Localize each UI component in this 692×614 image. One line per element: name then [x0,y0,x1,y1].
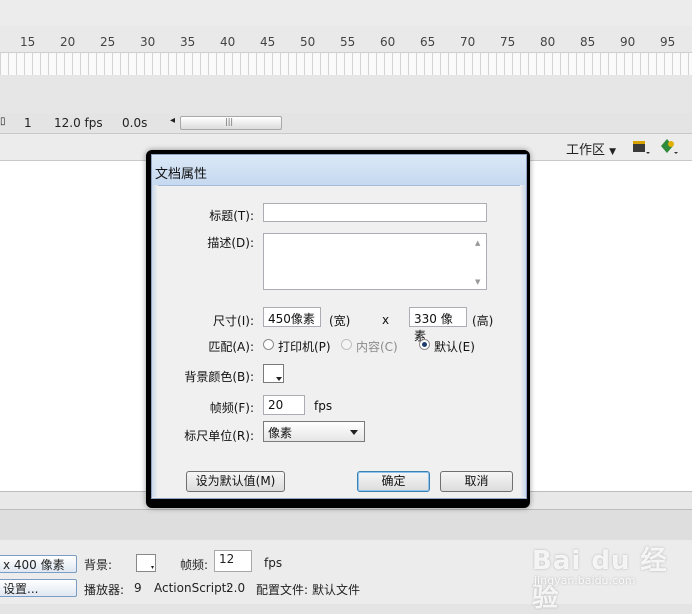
frame-rate-unit: fps [264,556,283,570]
player-label: 播放器: [84,583,125,597]
document-properties-dialog: 文档属性 标题(T): 描述(D): ▲ ▼ 尺寸(I): 450像素 (宽) … [151,154,527,499]
dimensions-label: 尺寸(I): [213,314,254,328]
timeline-header [0,0,692,27]
dialog-title-bar[interactable]: 文档属性 [152,155,526,186]
frame-rate-label: 帧频(F): [209,401,254,415]
document-size-button[interactable]: x 400 像素 [0,555,77,573]
timeline-scrollbar[interactable]: ||| [180,116,282,130]
ruler-number: 65 [420,35,436,49]
scroll-up-icon[interactable]: ▲ [475,239,480,247]
ruler-number: 70 [460,35,476,49]
ruler-number: 45 [260,35,276,49]
frame-rate-input[interactable]: 20 [263,395,305,415]
actionscript-value: 2.0 [226,581,246,595]
match-default-radio[interactable] [419,339,430,350]
dialog-title: 文档属性 [155,167,208,182]
publish-settings-button[interactable]: 设置... [0,579,77,597]
scroll-down-icon[interactable]: ▼ [475,278,480,286]
current-frame: 1 [24,116,32,130]
ruler-number: 85 [580,35,596,49]
ruler-number: 90 [620,35,636,49]
doc-title-input[interactable] [263,203,487,222]
match-default-label: 默认(E) [434,340,475,354]
match-label: 匹配(A): [208,340,254,354]
scroll-left-icon[interactable]: ◂ [170,115,175,126]
width-input[interactable]: 450像素 [263,307,321,327]
onion-skin-icon[interactable]: ▯ [0,116,6,127]
width-unit: (宽) [329,314,351,328]
ruler-number: 35 [180,35,196,49]
background-color-picker[interactable] [263,364,284,383]
frame-rate-input[interactable]: 12 [214,550,252,572]
profile-label: 配置文件: [256,583,309,597]
frame-rate-unit: fps [314,399,333,413]
match-content-radio [341,339,352,350]
frame-rate-readout: 12.0 fps [54,116,103,130]
ruler-number: 40 [220,35,236,49]
times-sign: x [382,313,390,327]
timeline-ruler[interactable]: 15 20 25 30 35 40 45 50 55 60 65 70 75 80 85 90 95 [0,26,692,52]
ruler-units-select[interactable]: 像素 [263,421,365,442]
scroll-grip-icon: ||| [225,117,234,126]
watermark: Bai du 经验 jingyan.baidu.com [532,540,692,613]
chevron-down-icon [350,430,358,435]
workspace-menu[interactable]: 工作区 ▼ [566,139,616,158]
ruler-number: 55 [340,35,356,49]
stage-canvas-right[interactable] [530,161,692,491]
watermark-url: jingyan.baidu.com [534,574,636,587]
ruler-number: 75 [500,35,516,49]
chevron-down-icon: ▾ [150,564,154,571]
frame-rate-label: 帧频: [180,558,209,572]
match-content-label: 内容(C) [356,340,398,354]
height-unit: (高) [472,314,494,328]
ruler-number: 95 [660,35,676,49]
dialog-right-border [520,185,526,497]
timeline-layer-area [0,75,692,113]
background-label: 背景: [84,558,113,572]
stage-canvas[interactable] [0,161,150,491]
ruler-number: 50 [300,35,316,49]
ruler-number: 20 [60,35,76,49]
timeline-status-bar: ▯ 1 12.0 fps 0.0s ◂ ||| [0,113,692,134]
timeline-frame-strip[interactable] [0,52,692,76]
edit-scene-icon[interactable] [632,138,650,154]
match-printer-radio[interactable] [263,339,274,350]
ruler-units-value: 像素 [268,426,293,440]
cancel-button[interactable]: 取消 [440,471,513,492]
doc-description-textarea[interactable] [263,233,487,290]
workspace-label: 工作区 [566,143,606,158]
match-printer-label: 打印机(P) [278,340,331,354]
edit-symbol-icon[interactable] [660,138,678,154]
ruler-number: 30 [140,35,156,49]
chevron-down-icon: ▼ [609,147,617,157]
player-value: 9 [134,581,142,595]
height-input[interactable]: 330 像素 [409,307,467,343]
ruler-number: 60 [380,35,396,49]
background-color-label: 背景颜色(B): [184,370,254,384]
actionscript-label: ActionScript: [154,581,231,595]
chevron-down-icon [276,377,282,381]
make-default-button[interactable]: 设为默认值(M) [186,471,285,492]
dialog-left-border [152,185,158,497]
ruler-number: 80 [540,35,556,49]
doc-title-label: 标题(T): [209,209,254,223]
ruler-units-label: 标尺单位(R): [184,429,254,443]
ruler-number: 25 [100,35,116,49]
elapsed-time: 0.0s [122,116,148,130]
background-color-swatch[interactable]: ▾ [136,554,156,572]
ok-button[interactable]: 确定 [357,471,430,492]
profile-value: 默认文件 [312,583,361,597]
doc-description-label: 描述(D): [207,236,254,250]
properties-panel-header [0,509,692,541]
ruler-number: 15 [20,35,36,49]
